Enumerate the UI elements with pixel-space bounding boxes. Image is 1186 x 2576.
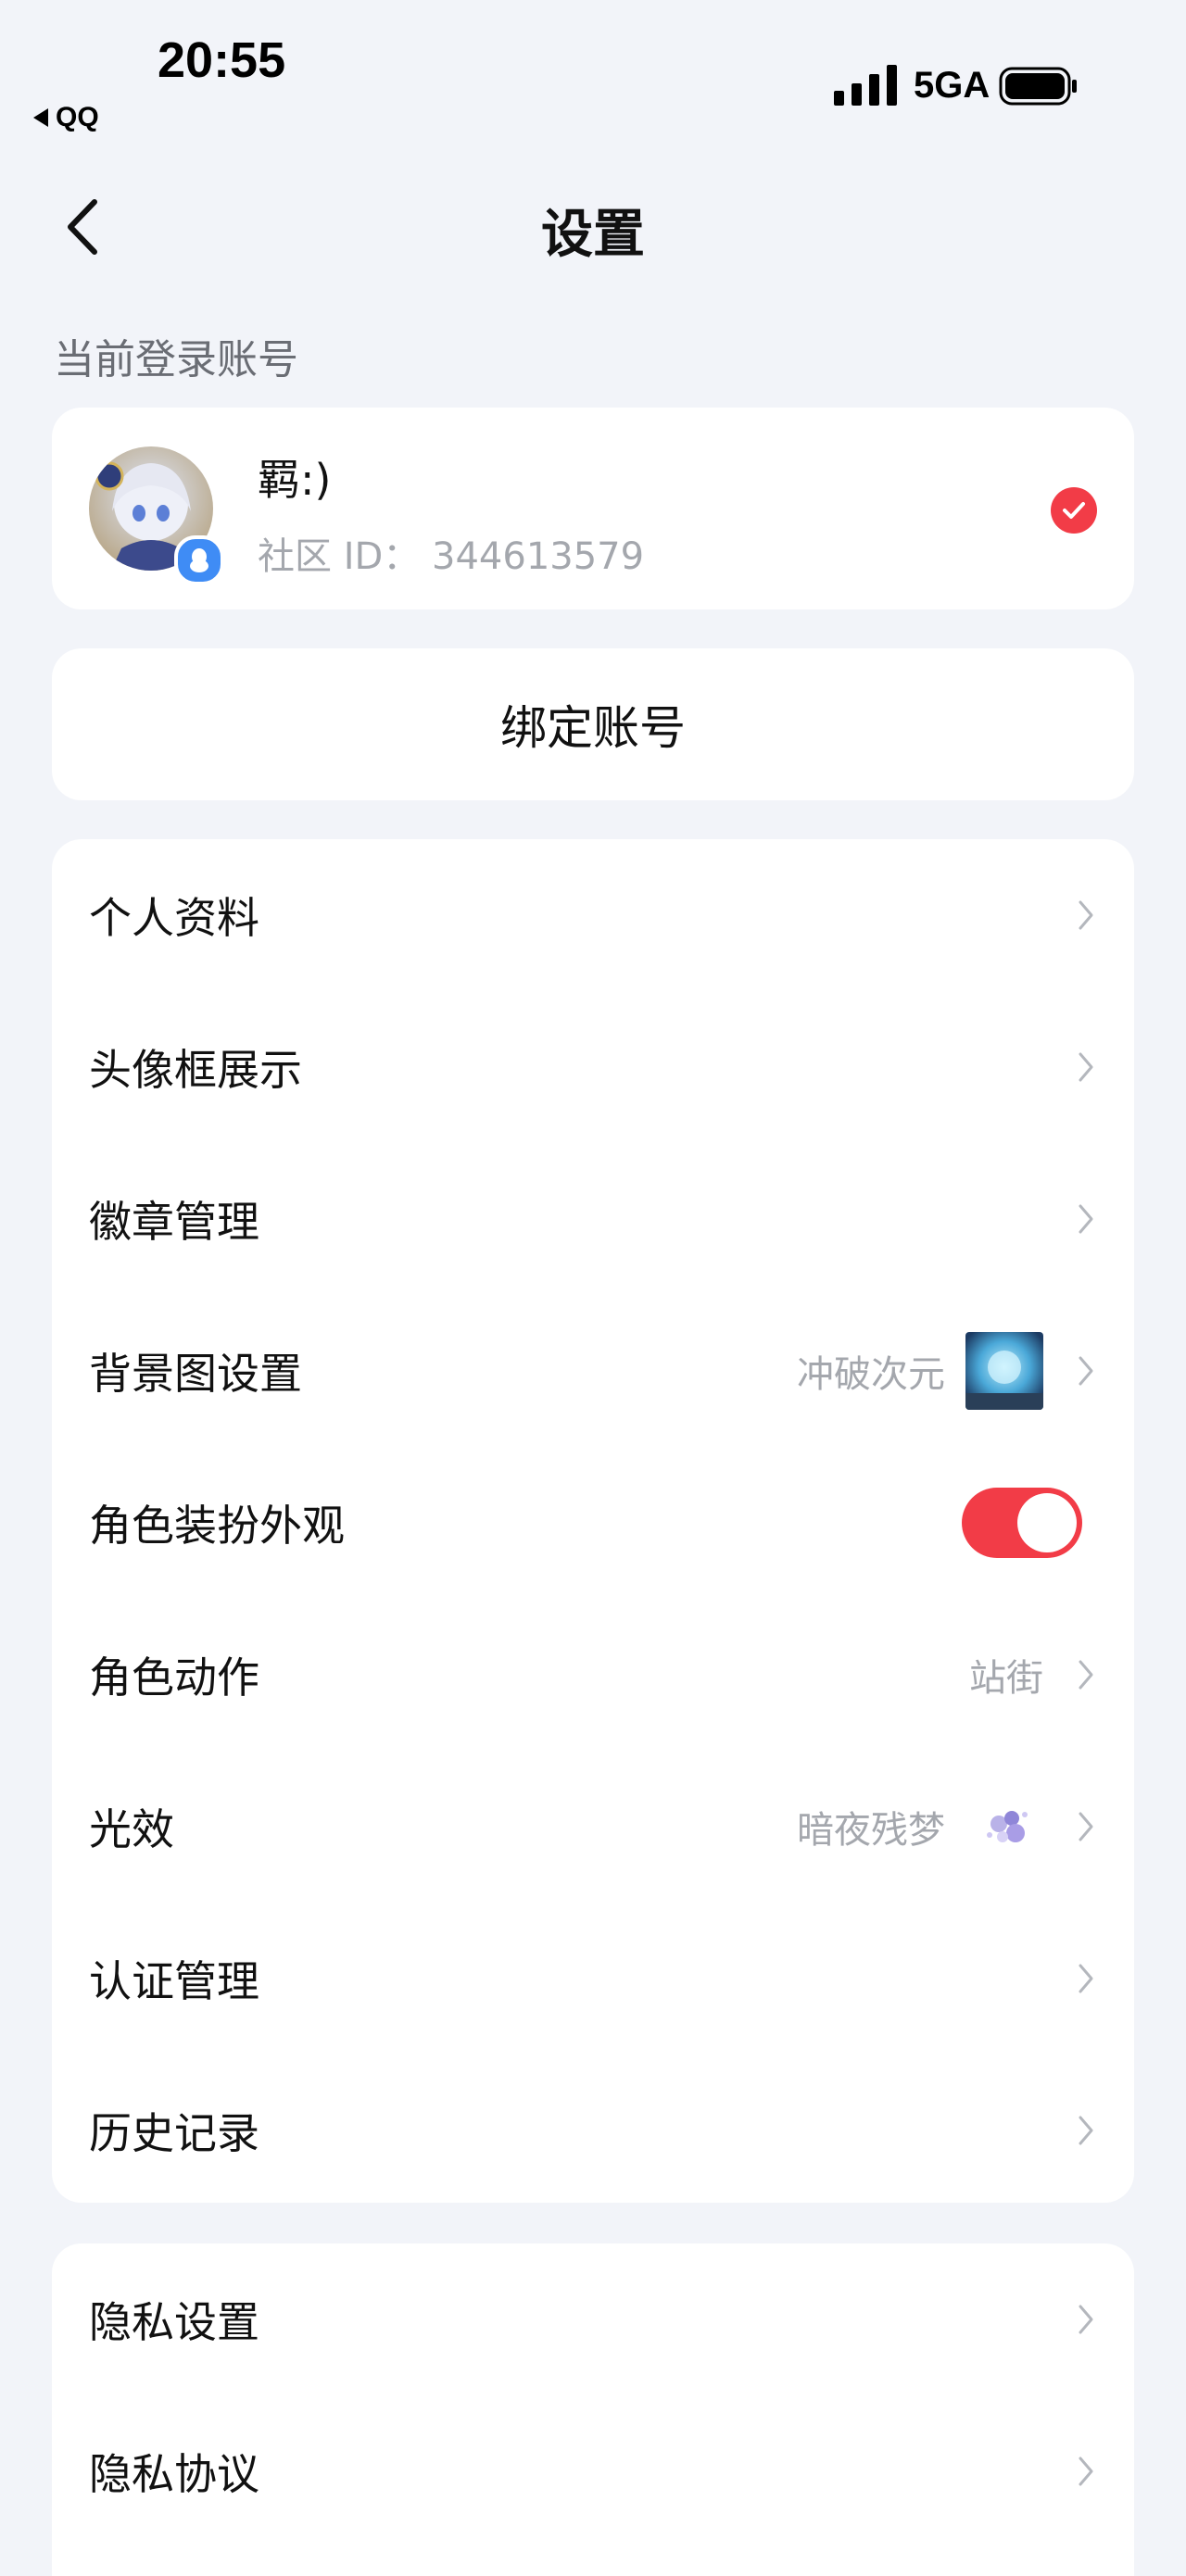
menu-item-label: 徽章管理 [89,1197,259,1247]
account-name: 羁:) [258,455,332,505]
menu-item-label: 光效 [89,1804,174,1854]
chevron-right-icon [1079,2116,1093,2145]
background-thumbnail-icon [965,1332,1043,1410]
chevron-right-icon [1079,1356,1093,1386]
qq-badge-icon [174,535,224,585]
menu-item-label: 背景图设置 [89,1349,302,1399]
menu-item-avatar-frame[interactable]: 头像框展示 [52,991,1134,1143]
menu-item-label: 隐私设置 [89,2297,259,2347]
character-outfit-toggle[interactable] [962,1488,1082,1558]
menu-item-value: 冲破次元 [797,1353,945,1396]
chevron-right-icon [1079,900,1093,930]
menu-item-label: 角色动作 [89,1652,259,1703]
menu-item-character-action[interactable]: 角色动作 站街 [52,1599,1134,1751]
menu-item-profile[interactable]: 个人资料 [52,839,1134,991]
menu-item-label: 角色装扮外观 [89,1501,345,1551]
menu-item-privacy-settings[interactable]: 隐私设置 [52,2243,1134,2395]
menu-item-light-effect[interactable]: 光效 暗夜残梦 [52,1751,1134,1903]
bind-account-label: 绑定账号 [500,701,686,755]
status-time: 20:55 [158,32,286,88]
chevron-right-icon [1079,1812,1093,1841]
menu-item-label: 头像框展示 [89,1045,302,1095]
menu-item-label: 认证管理 [89,1956,259,2006]
back-triangle-icon [33,108,48,127]
menu-item-verification[interactable]: 认证管理 [52,1903,1134,2055]
back-to-app-button[interactable]: QQ [33,102,99,133]
chevron-right-icon [1079,1660,1093,1690]
page-title: 设置 [541,205,645,265]
menu-item-label: 历史记录 [89,2108,259,2158]
current-account-card[interactable]: 羁:) 社区 ID： 344613579 [52,408,1134,609]
account-community-id: 社区 ID： 344613579 [258,535,645,578]
network-type: 5GA [914,65,990,106]
chevron-right-icon [1079,1204,1093,1234]
menu-item-label: 隐私协议 [89,2449,259,2499]
cellular-signal-icon [834,65,897,106]
menu-item-background[interactable]: 背景图设置 冲破次元 [52,1295,1134,1447]
battery-icon [999,67,1077,106]
chevron-right-icon [1079,1052,1093,1082]
toggle-knob [1017,1493,1077,1552]
current-account-section-label: 当前登录账号 [54,336,298,383]
settings-menu-group: 个人资料 头像框展示 徽章管理 背景图设置 冲破次元 角色装扮外观 角色动作 站… [52,839,1134,2203]
status-bar: 20:55 QQ 5GA [0,0,1186,157]
menu-item-character-outfit: 角色装扮外观 [52,1447,1134,1599]
chevron-right-icon [1079,2305,1093,2334]
back-app-label: QQ [56,102,99,132]
menu-item-value: 站街 [969,1657,1043,1700]
menu-item-history[interactable]: 历史记录 [52,2055,1134,2206]
menu-item-label: 个人资料 [89,893,259,943]
menu-item-value: 暗夜残梦 [797,1809,945,1852]
bind-account-button[interactable]: 绑定账号 [52,648,1134,800]
navigation-bar: 设置 [0,176,1186,278]
chevron-right-icon [1079,2457,1093,2486]
privacy-menu-group: 隐私设置 隐私协议 [52,2243,1134,2576]
selected-check-icon [1051,487,1097,534]
menu-item-badges[interactable]: 徽章管理 [52,1143,1134,1295]
light-effect-thumbnail-icon [987,1811,1028,1842]
menu-item-privacy-policy[interactable]: 隐私协议 [52,2395,1134,2547]
chevron-right-icon [1079,1964,1093,1993]
